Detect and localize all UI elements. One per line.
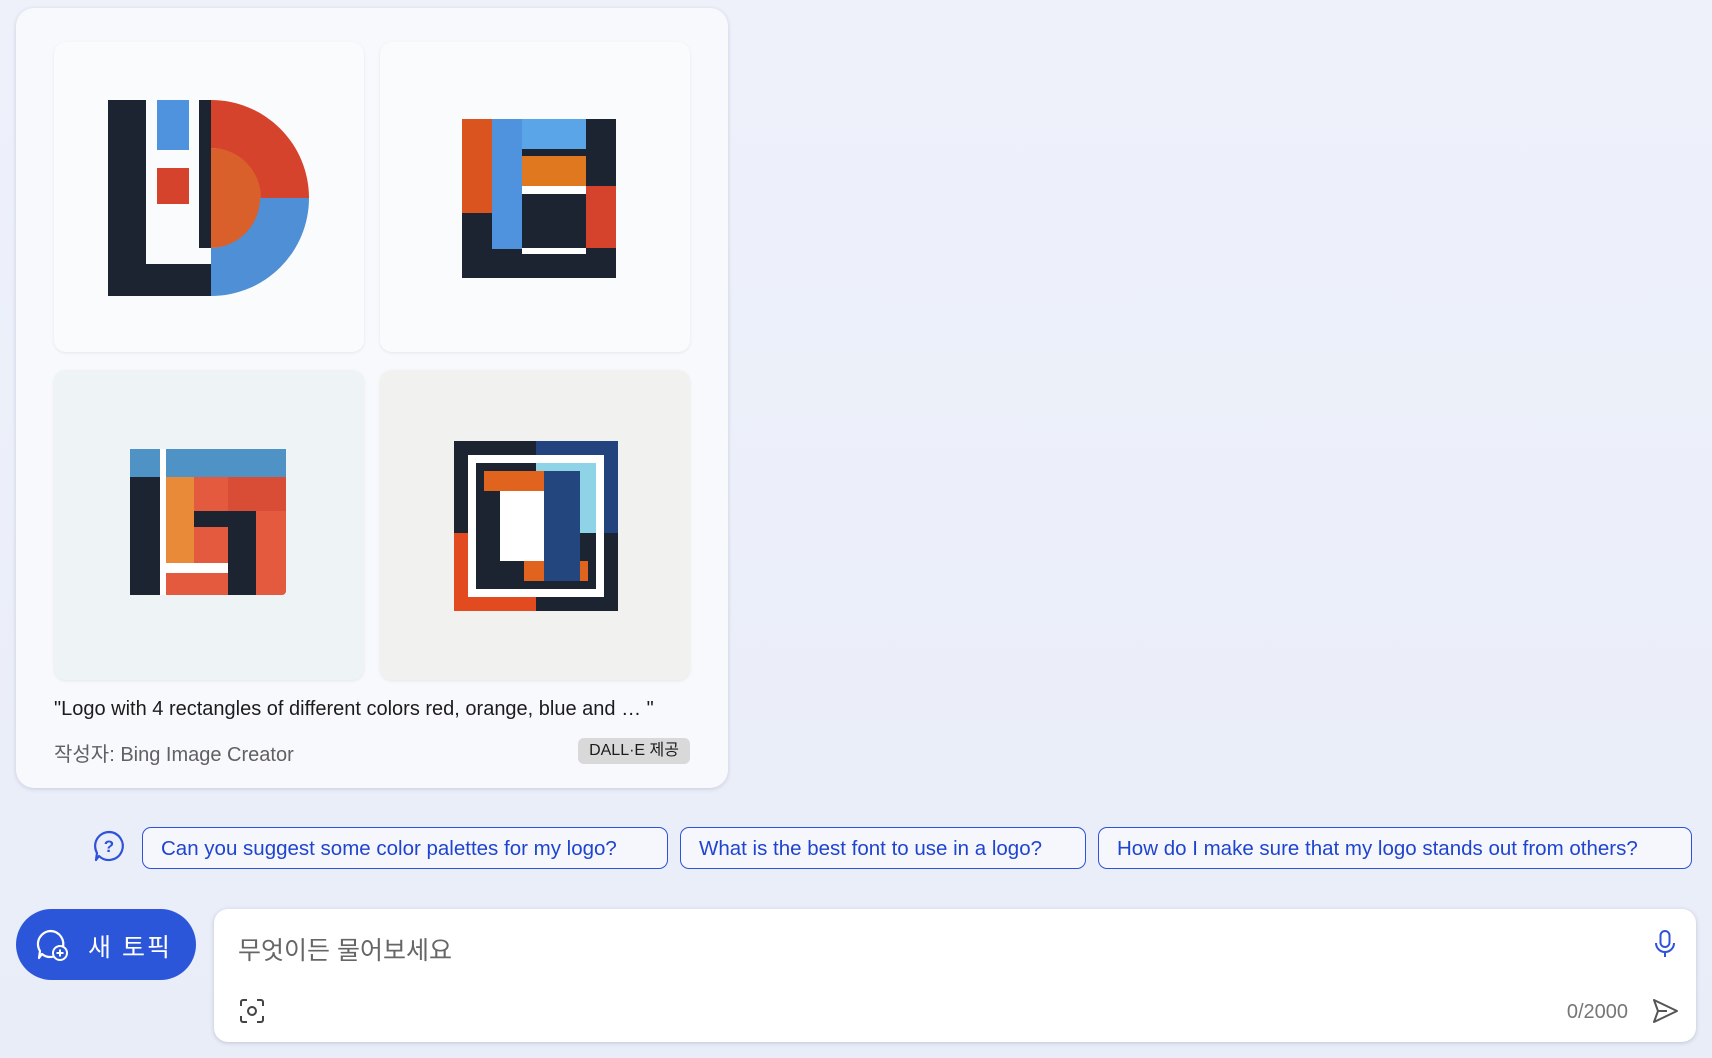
generated-image-1[interactable] (54, 42, 364, 352)
suggestion-chip-stand-out[interactable]: How do I make sure that my logo stands o… (1098, 827, 1692, 869)
new-topic-button[interactable]: 새 토픽 (16, 909, 196, 980)
svg-text:?: ? (104, 837, 114, 856)
generated-image-3[interactable] (54, 370, 364, 680)
character-counter: 0/2000 (1566, 1001, 1628, 1023)
dalle-badge: DALL·E 제공 (578, 738, 690, 764)
suggestion-chip-color-palettes[interactable]: Can you suggest some color palettes for … (142, 827, 668, 869)
microphone-icon[interactable] (1652, 929, 1678, 964)
image-result-card: "Logo with 4 rectangles of different col… (16, 8, 728, 788)
chat-input-placeholder[interactable]: 무엇이든 물어보세요 (238, 931, 452, 967)
creator-label: 작성자: Bing Image Creator (54, 744, 294, 766)
visual-search-icon[interactable] (238, 997, 266, 1030)
send-icon[interactable] (1650, 996, 1680, 1031)
new-topic-label: 새 토픽 (88, 934, 172, 962)
chat-input-box[interactable]: 무엇이든 물어보세요 0/2000 (214, 909, 1696, 1042)
question-bubble-icon: ? (92, 829, 126, 863)
chat-plus-icon (34, 927, 70, 968)
suggestion-chip-best-font[interactable]: What is the best font to use in a logo? (680, 827, 1086, 869)
generated-image-2[interactable] (380, 42, 690, 352)
image-prompt-caption: "Logo with 4 rectangles of different col… (54, 698, 654, 720)
generated-image-4[interactable] (380, 370, 690, 680)
